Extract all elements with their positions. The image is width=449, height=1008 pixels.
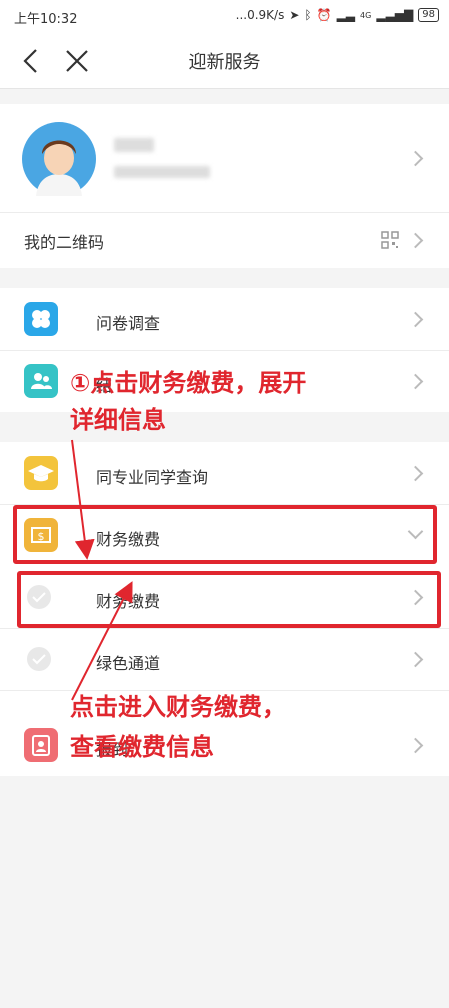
annotation-step2-line2: 查看缴费信息 (70, 733, 214, 761)
annotation-step2-line1: 点击进入财务缴费， (70, 693, 286, 721)
id-card-icon (24, 974, 58, 1008)
annotation-arrows (71, 439, 133, 701)
annotation-step1-line1: ①点击财务缴费，展开 (70, 369, 307, 397)
annotation-step1-line2: 详细信息 (70, 406, 166, 434)
